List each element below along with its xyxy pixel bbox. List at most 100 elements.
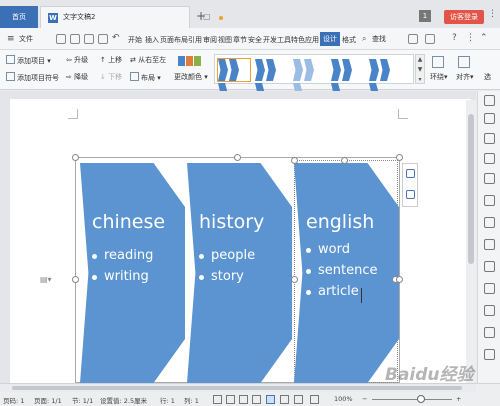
zoom-slider-knob[interactable]: [417, 395, 425, 403]
sidebar-tool-icon[interactable]: [484, 349, 495, 360]
window-menu-icon[interactable]: ⋮: [488, 9, 497, 19]
outline-view-icon[interactable]: [294, 395, 303, 404]
resize-handle[interactable]: [234, 154, 241, 161]
gallery-scroll-icon[interactable]: ▲ ▼ ▾: [415, 54, 425, 84]
sidebar-tool-icon[interactable]: [484, 195, 495, 206]
align-button[interactable]: 对齐▾: [456, 72, 474, 82]
sidebar-tool-icon[interactable]: [484, 239, 495, 250]
status-col[interactable]: 列: 1: [184, 395, 199, 405]
smartart-shape-chinese[interactable]: chinese reading writing: [80, 163, 185, 383]
resize-handle[interactable]: [291, 276, 298, 283]
print-icon[interactable]: [84, 34, 94, 44]
status-page-number[interactable]: 页码: 1: [3, 395, 24, 405]
smartart-shape-history[interactable]: history people story: [187, 163, 292, 383]
sidebar-tool-icon[interactable]: [484, 113, 495, 124]
downgrade-button[interactable]: ⇨ 降级: [66, 72, 88, 82]
menu-chapter[interactable]: 章节: [233, 35, 247, 45]
resize-handle[interactable]: [72, 154, 79, 161]
collab-icon[interactable]: [425, 34, 435, 44]
add-item-button[interactable]: 添加项目 ▾: [6, 55, 51, 66]
status-row[interactable]: 行: 1: [160, 395, 175, 405]
proofing-icon[interactable]: [226, 395, 235, 404]
resize-handle[interactable]: [396, 154, 403, 161]
menu-insert[interactable]: 插入: [145, 35, 159, 45]
menu-page-layout[interactable]: 页面布局: [160, 35, 188, 45]
menu-format[interactable]: 格式: [342, 35, 356, 45]
preview-icon[interactable]: [98, 34, 108, 44]
anchor-icon[interactable]: ▤▾: [40, 275, 52, 284]
menu-find[interactable]: 查找: [372, 34, 386, 44]
notification-badge[interactable]: 1: [419, 10, 431, 22]
undo-icon[interactable]: ↶: [112, 33, 120, 43]
sidebar-tool-icon[interactable]: [484, 327, 495, 338]
edit-view-icon[interactable]: [252, 395, 261, 404]
sidebar-tool-icon[interactable]: [484, 133, 495, 144]
collapse-ribbon-icon[interactable]: ⌃: [480, 33, 488, 43]
upgrade-button[interactable]: ⇦ 升级: [66, 55, 88, 65]
zoom-level[interactable]: 100%: [334, 395, 353, 403]
web-view-icon[interactable]: [280, 395, 289, 404]
layout-button[interactable]: 布局 ▾: [130, 72, 161, 83]
view-icon[interactable]: [213, 395, 222, 404]
new-tab-button[interactable]: +: [196, 9, 206, 23]
edit-style-icon[interactable]: [406, 190, 415, 199]
sidebar-tool-icon[interactable]: [484, 261, 495, 272]
resize-handle[interactable]: [72, 276, 79, 283]
fullscreen-icon[interactable]: [310, 395, 319, 404]
menu-features[interactable]: 特色应用: [291, 35, 319, 45]
status-pages[interactable]: 页面: 1/1: [34, 395, 62, 405]
zoom-in-button[interactable]: +: [456, 395, 461, 403]
change-color-button[interactable]: 更改颜色 ▾: [174, 72, 208, 82]
tab-document[interactable]: W 文字文稿2 ▢: [40, 6, 223, 28]
sidebar-tool-icon[interactable]: [484, 283, 495, 294]
resize-handle[interactable]: [291, 157, 298, 164]
menu-review[interactable]: 审阅: [203, 35, 217, 45]
vertical-scroll-thumb[interactable]: [468, 114, 474, 264]
wrap-button[interactable]: 环绕▾: [430, 72, 448, 82]
add-bullet-button[interactable]: 添加项目符号: [6, 72, 59, 83]
move-up-button[interactable]: ↑ 上移: [100, 55, 122, 65]
sidebar-tool-icon[interactable]: [484, 173, 495, 184]
sidebar-tool-icon[interactable]: [484, 95, 495, 106]
menu-file[interactable]: 文件: [19, 34, 33, 44]
style-gallery: [214, 54, 414, 105]
tab-home[interactable]: 首页: [0, 6, 38, 28]
menu-design[interactable]: 设计: [320, 32, 340, 46]
menu-security[interactable]: 安全: [248, 35, 262, 45]
login-button[interactable]: 访客登录: [444, 10, 484, 24]
status-position[interactable]: 设置值: 2.5厘米: [100, 395, 147, 405]
zoom-slider[interactable]: [372, 399, 452, 400]
horizontal-scrollbar[interactable]: [0, 384, 476, 392]
sidebar-tool-icon[interactable]: [484, 153, 495, 164]
style-thumb-5[interactable]: [369, 59, 401, 105]
menu-references[interactable]: 引用: [188, 35, 202, 45]
sidebar-tool-icon[interactable]: [484, 305, 495, 316]
menu-hamburger-icon[interactable]: ≡: [7, 34, 15, 44]
style-thumb-3[interactable]: [293, 59, 325, 105]
save-icon[interactable]: [56, 34, 66, 44]
style-thumb-1[interactable]: [217, 58, 251, 105]
reading-view-icon[interactable]: [239, 395, 248, 404]
more-icon[interactable]: ⋮: [466, 33, 475, 43]
sidebar-tool-icon[interactable]: [484, 217, 495, 228]
menu-start[interactable]: 开始: [128, 35, 142, 45]
resize-handle[interactable]: [341, 157, 348, 164]
zoom-out-button[interactable]: −: [362, 395, 367, 403]
move-down-button[interactable]: ↓ 下移: [100, 72, 122, 82]
layout-options-icon[interactable]: [406, 169, 415, 178]
select-button[interactable]: 选: [484, 72, 491, 82]
resize-handle[interactable]: [396, 276, 403, 283]
style-thumb-2[interactable]: [255, 59, 287, 105]
smartart-shape-english[interactable]: english word sentence article: [294, 163, 399, 383]
page-view-icon[interactable]: [266, 395, 275, 404]
menu-view[interactable]: 视图: [218, 35, 232, 45]
status-section[interactable]: 节: 1/1: [72, 395, 93, 405]
share-icon[interactable]: [408, 34, 418, 44]
horizontal-scroll-thumb[interactable]: [12, 386, 462, 390]
style-thumb-4[interactable]: [331, 59, 363, 105]
menu-developer[interactable]: 开发工具: [263, 35, 291, 45]
right-to-left-button[interactable]: ⇄ 从右至左: [130, 55, 166, 65]
vertical-scrollbar[interactable]: [466, 100, 476, 383]
help-icon[interactable]: ?: [452, 33, 457, 43]
export-pdf-icon[interactable]: [70, 34, 80, 44]
